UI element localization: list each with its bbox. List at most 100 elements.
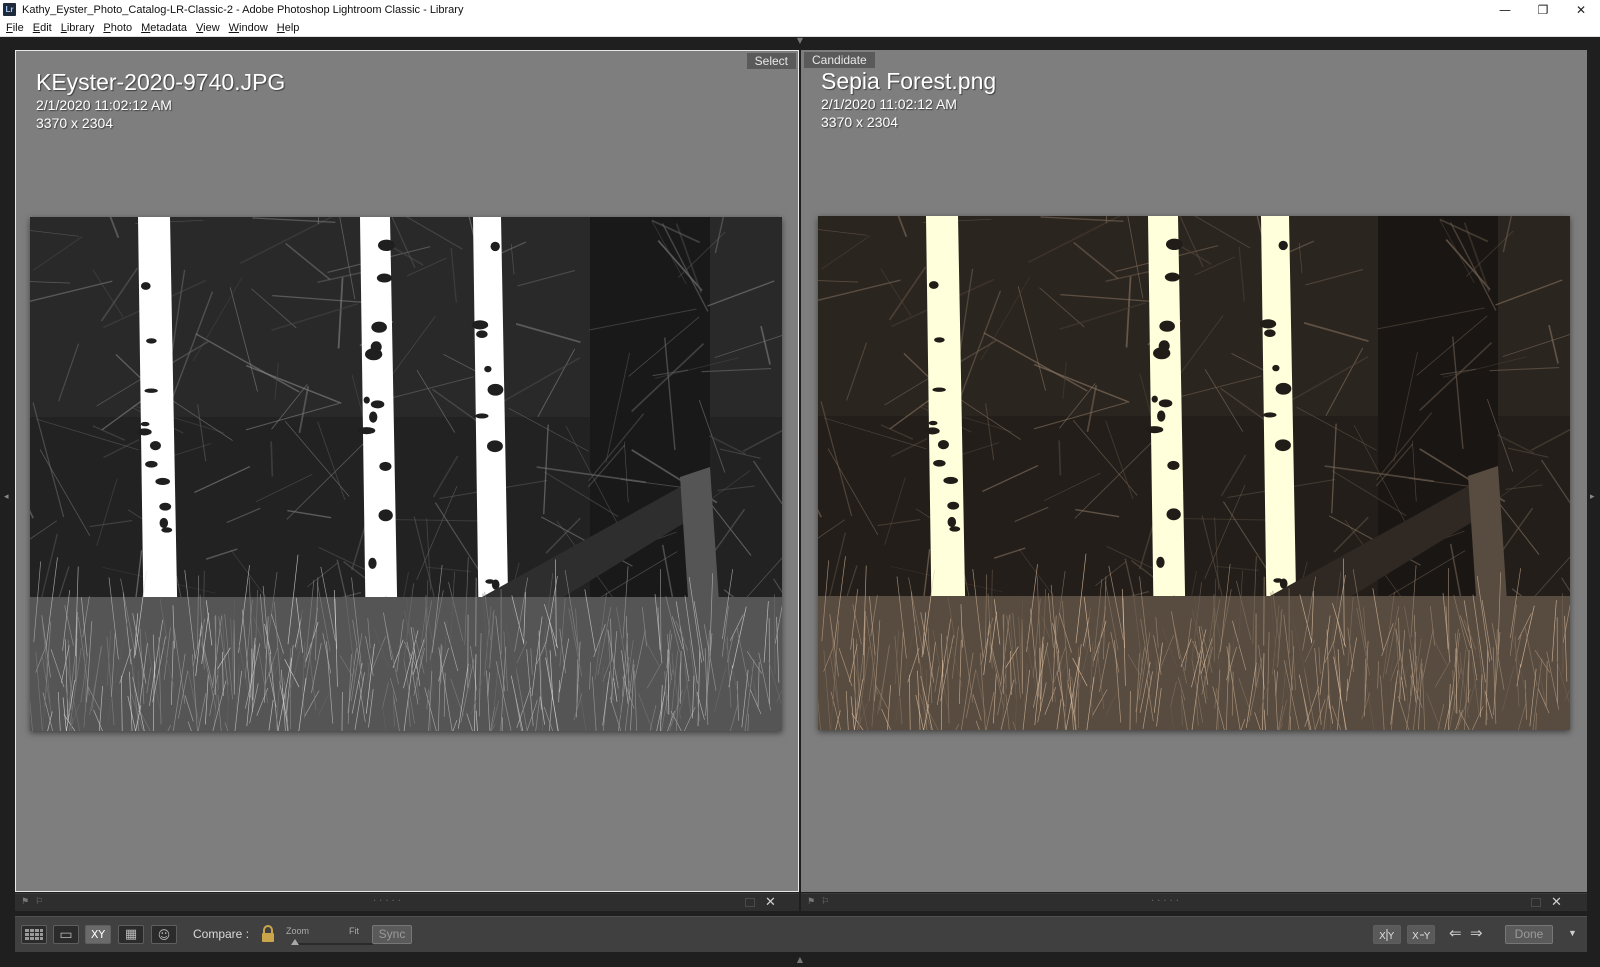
bark-mark: [1151, 395, 1158, 403]
bark-mark: [1167, 460, 1180, 471]
next-photo-arrow-icon[interactable]: ⇒: [1470, 924, 1483, 942]
bark-mark: [487, 440, 503, 453]
flag-pick-icon[interactable]: ⚑: [807, 897, 815, 907]
bark-mark: [925, 427, 940, 435]
bark-mark: [1158, 399, 1173, 408]
grid-view-icon: [25, 928, 43, 940]
color-label-icon[interactable]: [1531, 898, 1541, 907]
bark-mark: [159, 502, 172, 511]
bark-mark: [1164, 272, 1180, 282]
bark-mark: [943, 476, 959, 484]
svg-text:X: X: [1379, 931, 1386, 942]
close-window-button[interactable]: ✕: [1562, 0, 1600, 19]
menu-library[interactable]: Library: [61, 22, 95, 34]
bark-mark: [369, 411, 378, 423]
bark-mark: [1275, 439, 1291, 452]
flag-reject-icon[interactable]: ⚐: [35, 897, 43, 907]
bark-mark: [933, 459, 946, 467]
rating-dots[interactable]: ·····: [1151, 896, 1182, 907]
bark-mark: [149, 441, 161, 451]
forest-photo-bw: [30, 217, 782, 731]
swap-button[interactable]: X Y: [1373, 925, 1401, 944]
toolbar-menu-chevron-down-icon[interactable]: ▼: [1568, 928, 1577, 938]
candidate-photo-image[interactable]: [818, 216, 1570, 730]
menu-file-label: ile: [12, 21, 24, 34]
bark-mark: [937, 440, 949, 450]
select-photo-info: KEyster-2020-9740.JPG 2/1/2020 11:02:12 …: [36, 68, 285, 132]
menu-photo-label: hoto: [110, 21, 133, 34]
svg-text:Y: Y: [1423, 931, 1431, 942]
remove-select-close-icon[interactable]: ✕: [765, 895, 776, 910]
bark-mark: [928, 281, 939, 289]
menu-metadata-label: etadata: [150, 21, 187, 34]
previous-photo-arrow-icon[interactable]: ⇐: [1449, 924, 1462, 942]
forest-photo-sepia: [818, 216, 1570, 730]
bark-mark: [161, 527, 173, 533]
flag-reject-icon[interactable]: ⚐: [821, 897, 829, 907]
select-photo-image[interactable]: [30, 217, 782, 731]
survey-view-button[interactable]: ▦: [118, 925, 144, 944]
candidate-photo-pane[interactable]: Candidate Sepia Forest.png 2/1/2020 11:0…: [801, 50, 1587, 892]
menu-photo[interactable]: Photo: [103, 22, 132, 34]
zoom-slider-track[interactable]: [293, 943, 373, 945]
sync-button[interactable]: Sync: [372, 925, 412, 944]
bark-mark: [1272, 364, 1280, 372]
branch: [270, 441, 274, 477]
menu-edit-accel: E: [32, 21, 41, 34]
candidate-photo-info: Sepia Forest.png 2/1/2020 11:02:12 AM 33…: [821, 67, 996, 131]
menu-metadata[interactable]: Metadata: [141, 22, 187, 34]
title-bar: Lr Kathy_Eyster_Photo_Catalog-LR-Classic…: [0, 0, 1600, 19]
bark-mark: [155, 477, 171, 485]
bark-mark: [471, 321, 487, 326]
fit-label: Fit: [349, 926, 359, 936]
compare-view-button[interactable]: XY: [85, 925, 111, 944]
menu-view[interactable]: View: [196, 22, 220, 34]
bark-mark: [368, 557, 377, 569]
select-photo-filename: KEyster-2020-9740.JPG: [36, 69, 286, 95]
grid-view-button[interactable]: [21, 925, 47, 944]
lightroom-app-icon: Lr: [3, 3, 16, 16]
bark-mark: [144, 388, 158, 393]
loupe-view-button[interactable]: ▭: [53, 925, 79, 944]
candidate-photo-date: 2/1/2020 11:02:12 AM: [821, 96, 957, 112]
bark-mark: [484, 365, 492, 373]
bottom-panel-toggle-icon[interactable]: ▲: [795, 956, 805, 964]
bark-mark: [363, 396, 370, 404]
bark-mark: [487, 383, 504, 396]
make-select-button[interactable]: X Y: [1407, 925, 1435, 944]
candidate-photo-dimensions: 3370 x 2304: [821, 114, 899, 130]
survey-view-icon: ▦: [124, 927, 138, 942]
restore-button[interactable]: ❐: [1524, 0, 1562, 19]
bark-mark: [475, 413, 489, 419]
done-button[interactable]: Done: [1505, 925, 1553, 944]
bark-mark: [137, 428, 152, 436]
bark-mark: [379, 461, 392, 472]
lock-icon[interactable]: [261, 925, 275, 943]
color-label-icon[interactable]: [745, 898, 755, 907]
left-panel-toggle-icon[interactable]: ◂: [4, 492, 9, 502]
bark-mark: [377, 239, 395, 251]
minimize-button[interactable]: —: [1486, 0, 1524, 19]
zoom-slider-thumb[interactable]: [291, 939, 299, 945]
select-pane-footer: ⚑ ⚐ ····· ✕: [15, 893, 799, 911]
menu-file[interactable]: File: [6, 22, 24, 34]
menu-edit[interactable]: Edit: [33, 22, 52, 34]
menu-window[interactable]: Window: [229, 22, 268, 34]
rating-dots[interactable]: ·····: [373, 896, 404, 907]
remove-candidate-close-icon[interactable]: ✕: [1551, 895, 1562, 910]
menu-help[interactable]: Help: [277, 22, 300, 34]
right-panel-toggle-icon[interactable]: ▸: [1590, 492, 1595, 502]
flag-pick-icon[interactable]: ⚑: [21, 897, 29, 907]
bark-mark: [947, 516, 957, 528]
bark-mark: [947, 501, 960, 510]
bark-mark: [932, 387, 946, 392]
top-panel-toggle-icon[interactable]: ▼: [795, 37, 805, 45]
bark-mark: [146, 338, 157, 344]
bark-mark: [1166, 508, 1181, 521]
people-view-button[interactable]: ☺: [151, 925, 177, 944]
bark-mark: [1264, 329, 1276, 338]
zoom-label: Zoom: [286, 926, 310, 936]
select-badge: Select: [746, 53, 796, 69]
bark-mark: [159, 517, 169, 529]
select-photo-pane[interactable]: Select KEyster-2020-9740.JPG 2/1/2020 11…: [15, 50, 799, 892]
